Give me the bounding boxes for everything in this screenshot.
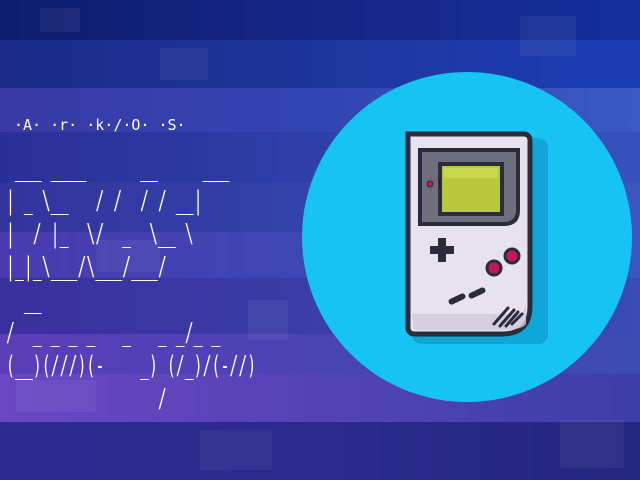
background-band: [0, 422, 640, 480]
background-pixel: [560, 420, 624, 468]
background-pixel: [40, 8, 80, 32]
splash-screen: ·A· ·r· ·k·/·O· ·S· ___ ____ __ ___ | _ …: [0, 0, 640, 480]
ascii-art-logo: ___ ____ __ ___ | _ \__ / / / / __| | / …: [6, 153, 257, 414]
background-pixel: [200, 430, 272, 470]
gameboy-icon: [405, 131, 548, 344]
background-pixel: [520, 16, 576, 56]
os-name-label: ·A· ·r· ·k·/·O· ·S·: [14, 116, 186, 134]
background-pixel: [160, 48, 208, 80]
